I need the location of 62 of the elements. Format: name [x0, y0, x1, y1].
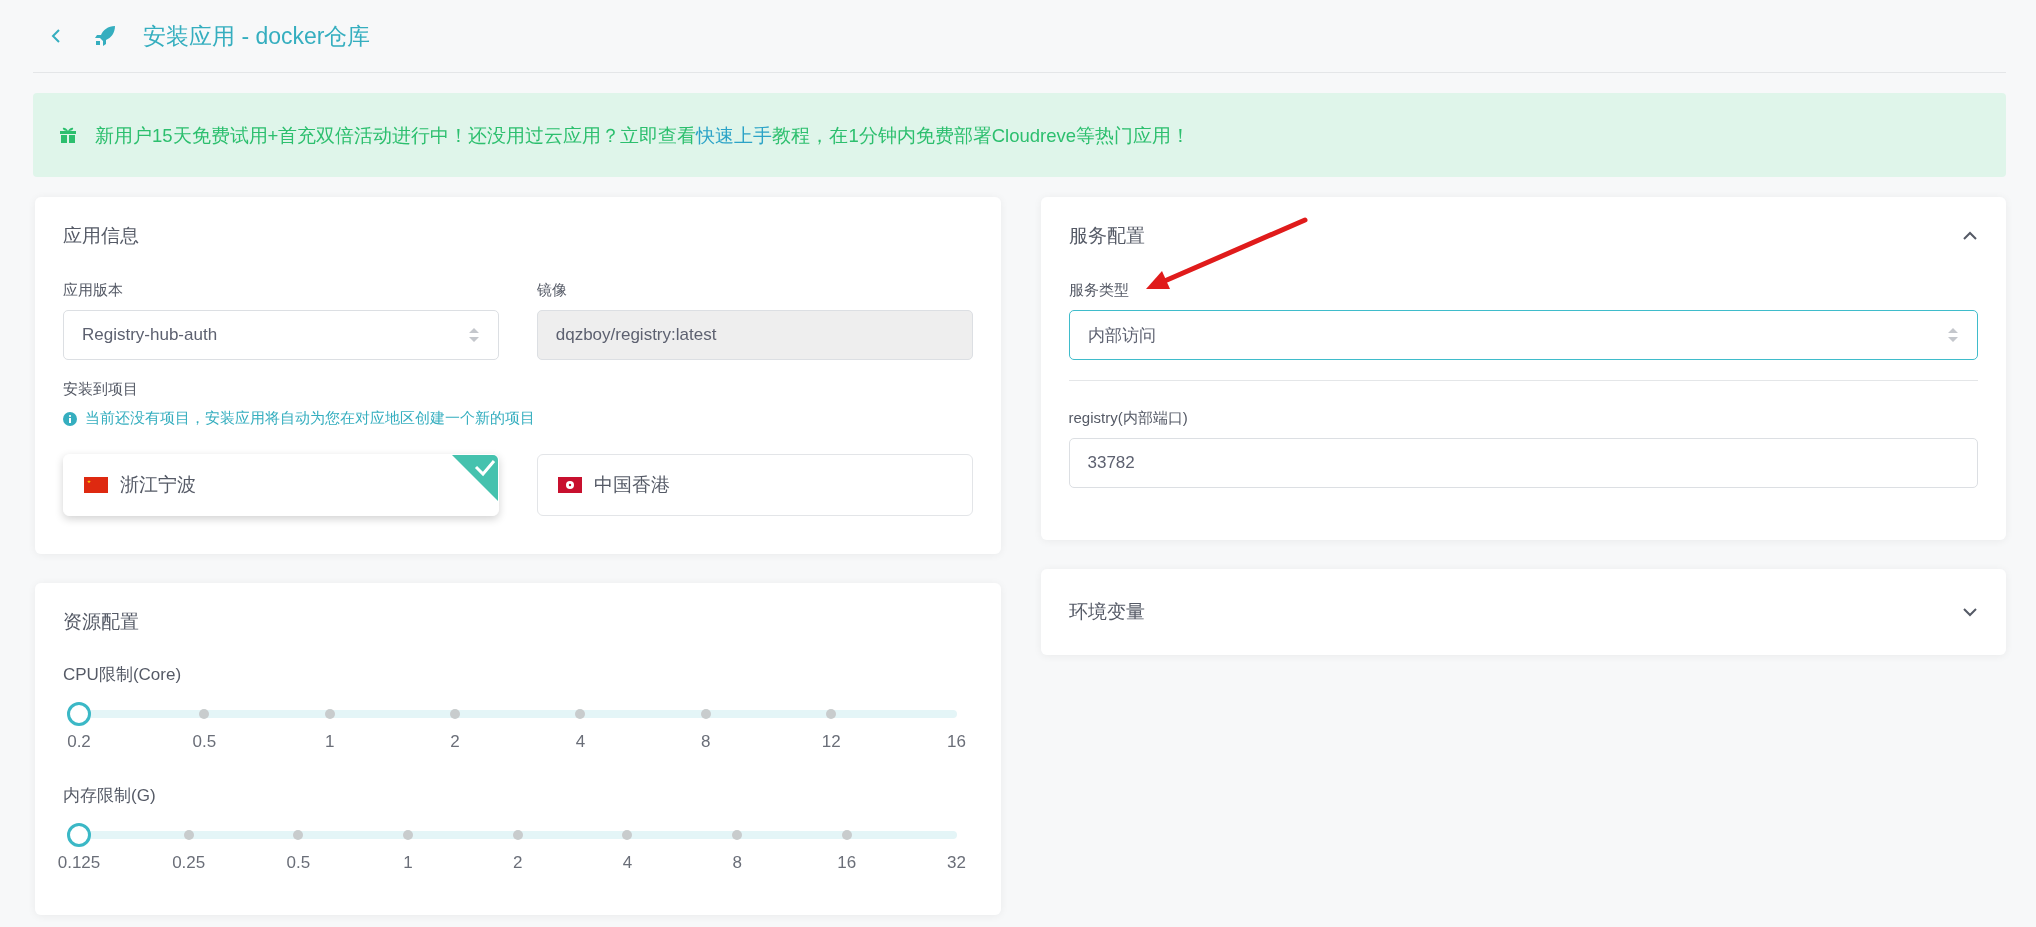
check-badge-icon — [451, 455, 498, 501]
page-title: 安装应用 - docker仓库 — [143, 21, 371, 51]
tick-label: 2 — [513, 853, 523, 873]
step-dot[interactable] — [403, 830, 414, 840]
slider-label: 内存限制(G) — [63, 785, 157, 807]
step-dot[interactable] — [700, 709, 711, 719]
card-title: 环境变量 — [1068, 600, 1145, 624]
sort-icon — [467, 327, 480, 343]
field-label: 应用版本 — [63, 281, 124, 300]
slider-thumb[interactable] — [67, 823, 91, 847]
rocket-icon — [93, 24, 117, 48]
sort-icon — [1947, 327, 1959, 343]
tick-label: 8 — [732, 853, 742, 873]
region-option[interactable]: 中国香港 — [536, 454, 973, 516]
tick-label: 4 — [622, 853, 633, 873]
step-dot[interactable] — [183, 830, 194, 840]
promo-text: 新用户15天免费试用+首充双倍活动进行中！还没用过云应用？立即查看快速上手教程，在1分钟内免费部署Cloudreve等热门应用！ — [95, 123, 1190, 148]
card-title: 资源配置 — [63, 610, 140, 634]
step-dot[interactable] — [293, 830, 304, 840]
field-label: 安装到项目 — [63, 380, 139, 399]
tick-label: 8 — [701, 732, 711, 752]
tick-label: 0.25 — [172, 853, 206, 873]
tick-label: 1 — [403, 853, 413, 873]
image-field: dqzboy/registry:latest — [536, 310, 973, 360]
service-type-select[interactable]: 内部访问 — [1068, 310, 1978, 360]
tick-label: 0.5 — [286, 853, 311, 873]
flag-icon — [84, 477, 108, 493]
card-title: 应用信息 — [63, 224, 140, 248]
step-dot[interactable] — [841, 830, 852, 840]
tick-label: 16 — [837, 853, 857, 873]
step-dot[interactable] — [622, 830, 633, 840]
card-title: 服务配置 — [1068, 224, 1145, 248]
tick-label: 32 — [947, 853, 966, 873]
step-dot[interactable] — [732, 830, 743, 840]
gift-icon — [59, 126, 77, 144]
info-icon — [63, 411, 77, 426]
field-label: registry(内部端口) — [1068, 409, 1189, 428]
step-dot[interactable] — [512, 830, 523, 840]
tick-label: 4 — [575, 732, 586, 752]
step-dot[interactable] — [575, 709, 586, 719]
tick-label: 16 — [947, 732, 966, 752]
field-label: 镜像 — [536, 281, 568, 300]
slider-label: CPU限制(Core) — [63, 664, 183, 686]
step-dot[interactable] — [826, 709, 837, 719]
step-dot[interactable] — [199, 709, 210, 719]
tick-label: 0.5 — [192, 732, 217, 752]
chevron-icon[interactable] — [1962, 231, 1978, 241]
tick-label: 2 — [450, 732, 460, 752]
tick-label: 0.2 — [67, 732, 91, 752]
version-select[interactable]: Registry-hub-auth — [63, 310, 499, 360]
step-dot[interactable] — [450, 709, 461, 719]
hint-text: 当前还没有项目，安装应用将自动为您在对应地区创建一个新的项目 — [85, 409, 535, 428]
step-dot[interactable] — [324, 709, 335, 719]
flag-icon — [557, 477, 582, 493]
chevron-icon[interactable] — [1962, 607, 1978, 617]
field-label: 服务类型 — [1068, 281, 1130, 300]
slider-thumb[interactable] — [67, 702, 91, 726]
tick-label: 0.125 — [57, 853, 101, 873]
region-option[interactable]: 浙江宁波 — [63, 454, 499, 516]
port-field[interactable]: 33782 — [1068, 438, 1978, 488]
tick-label: 12 — [821, 732, 841, 752]
tick-label: 1 — [324, 732, 335, 752]
